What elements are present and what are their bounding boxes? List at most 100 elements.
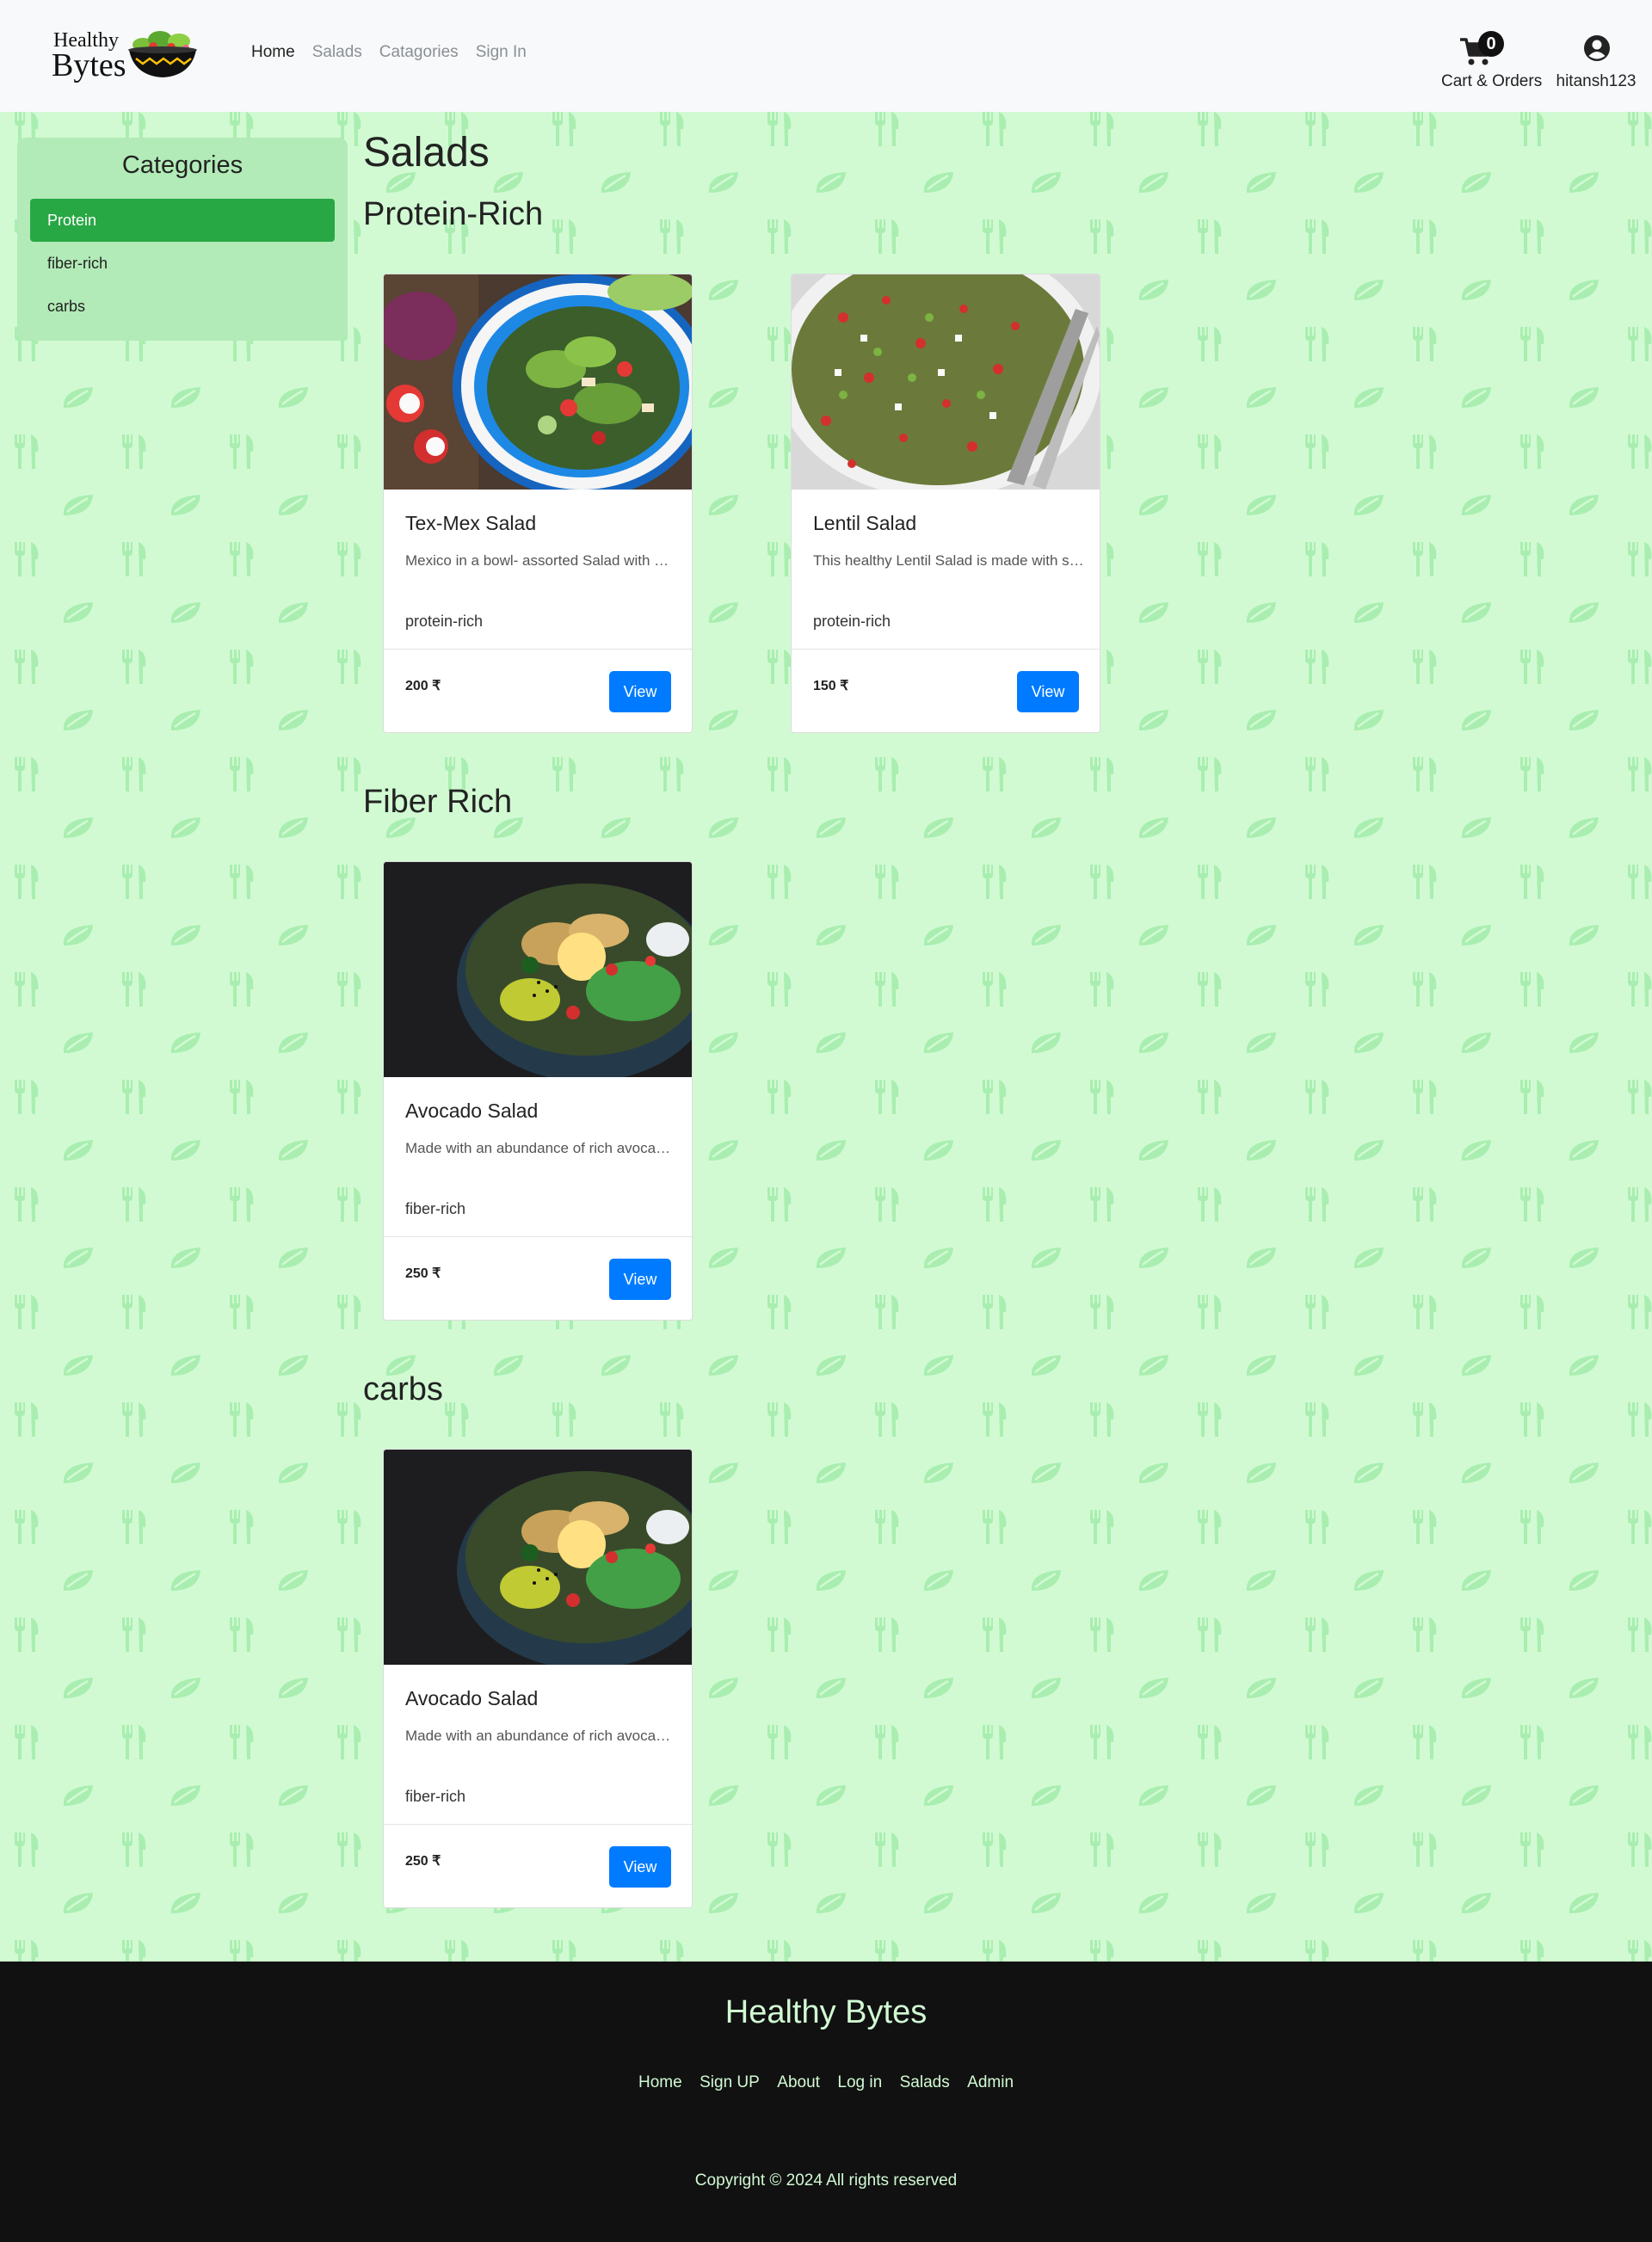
sidebar-item-fiber-rich[interactable]: fiber-rich xyxy=(30,242,335,285)
utensils-pattern-icon xyxy=(875,1080,899,1114)
utensils-pattern-icon xyxy=(15,650,39,684)
utensils-pattern-icon xyxy=(337,1510,361,1544)
card-category-tag: fiber-rich xyxy=(405,1788,466,1805)
utensils-pattern-icon xyxy=(1198,650,1222,684)
leaf-pattern-icon xyxy=(1138,1463,1168,1483)
footer-link-admin[interactable]: Admin xyxy=(967,2073,1014,2091)
utensils-pattern-icon xyxy=(1413,650,1437,684)
utensils-pattern-icon xyxy=(122,1832,146,1867)
utensils-pattern-icon xyxy=(122,1187,146,1222)
leaf-pattern-icon xyxy=(170,925,200,945)
leaf-pattern-icon xyxy=(1461,172,1491,193)
cart-orders-button[interactable]: 0 Cart & Orders xyxy=(1441,31,1542,96)
utensils-pattern-icon xyxy=(445,1940,469,1962)
leaf-pattern-icon xyxy=(170,1678,200,1698)
footer-link-sign-up[interactable]: Sign UP xyxy=(700,2073,760,2091)
utensils-pattern-icon xyxy=(230,1295,254,1329)
brand-logo[interactable]: Healthy Bytes xyxy=(52,24,202,84)
product-card: Tex-Mex Salad Mexico in a bowl- assorted… xyxy=(383,274,693,733)
leaf-pattern-icon xyxy=(1569,1355,1599,1376)
leaf-pattern-icon xyxy=(816,817,846,838)
view-button[interactable]: View xyxy=(609,1259,671,1300)
utensils-pattern-icon xyxy=(767,434,792,469)
utensils-pattern-icon xyxy=(337,757,361,791)
utensils-pattern-icon xyxy=(983,1725,1007,1759)
leaf-pattern-icon xyxy=(1246,1785,1276,1806)
footer-links: Home Sign UP About Log in Salads Admin xyxy=(0,2073,1652,2092)
utensils-pattern-icon xyxy=(122,757,146,791)
leaf-pattern-icon xyxy=(1353,1032,1384,1053)
leaf-pattern-icon xyxy=(278,1570,308,1591)
utensils-pattern-icon xyxy=(122,1617,146,1652)
utensils-pattern-icon xyxy=(230,1510,254,1544)
view-button[interactable]: View xyxy=(1017,671,1079,712)
leaf-pattern-icon xyxy=(816,1570,846,1591)
utensils-pattern-icon xyxy=(1413,219,1437,254)
leaf-pattern-icon xyxy=(1138,172,1168,193)
lentil-salad-photo[interactable] xyxy=(792,274,1100,490)
utensils-pattern-icon xyxy=(230,650,254,684)
utensils-pattern-icon xyxy=(230,1725,254,1759)
utensils-pattern-icon xyxy=(1520,1187,1544,1222)
utensils-pattern-icon xyxy=(15,1187,39,1222)
utensils-pattern-icon xyxy=(660,1940,684,1962)
utensils-pattern-icon xyxy=(875,757,899,791)
leaf-pattern-icon xyxy=(63,1140,93,1161)
avocado-salad-photo[interactable] xyxy=(384,862,692,1077)
utensils-pattern-icon xyxy=(1628,327,1652,361)
utensils-pattern-icon xyxy=(1198,865,1222,899)
leaf-pattern-icon xyxy=(601,1355,631,1376)
leaf-pattern-icon xyxy=(708,172,738,193)
utensils-pattern-icon xyxy=(230,1832,254,1867)
footer-link-log-in[interactable]: Log in xyxy=(837,2073,882,2091)
nav-link-salads[interactable]: Salads xyxy=(312,43,362,62)
utensils-pattern-icon xyxy=(1305,1080,1329,1114)
leaf-pattern-icon xyxy=(1353,1570,1384,1591)
utensils-pattern-icon xyxy=(1305,1510,1329,1544)
leaf-pattern-icon xyxy=(170,817,200,838)
utensils-pattern-icon xyxy=(1090,1510,1114,1544)
leaf-pattern-icon xyxy=(170,1355,200,1376)
leaf-pattern-icon xyxy=(1031,1678,1061,1698)
utensils-pattern-icon xyxy=(1413,972,1437,1007)
utensils-pattern-icon xyxy=(1413,1295,1437,1329)
footer-link-home[interactable]: Home xyxy=(638,2073,682,2091)
utensils-pattern-icon xyxy=(337,865,361,899)
utensils-pattern-icon xyxy=(767,112,792,146)
leaf-pattern-icon xyxy=(923,172,953,193)
footer-link-about[interactable]: About xyxy=(777,2073,820,2091)
view-button[interactable]: View xyxy=(609,671,671,712)
tex-mex-salad-photo[interactable] xyxy=(384,274,692,490)
utensils-pattern-icon xyxy=(1305,327,1329,361)
utensils-pattern-icon xyxy=(1413,542,1437,576)
nav-link-categories[interactable]: Catagories xyxy=(379,43,459,62)
utensils-pattern-icon xyxy=(983,1187,1007,1222)
utensils-pattern-icon xyxy=(1413,327,1437,361)
leaf-pattern-icon xyxy=(1353,925,1384,945)
card-description: Made with an abundance of rich avocado a… xyxy=(405,1140,676,1156)
leaf-pattern-icon xyxy=(1461,602,1491,623)
view-button[interactable]: View xyxy=(609,1846,671,1888)
leaf-pattern-icon xyxy=(278,387,308,408)
utensils-pattern-icon xyxy=(15,434,39,469)
utensils-pattern-icon xyxy=(1520,1402,1544,1437)
utensils-pattern-icon xyxy=(1413,434,1437,469)
footer-link-salads[interactable]: Salads xyxy=(900,2073,950,2091)
leaf-pattern-icon xyxy=(708,1678,738,1698)
sidebar-item-carbs[interactable]: carbs xyxy=(30,285,335,328)
leaf-pattern-icon xyxy=(1138,280,1168,300)
nav-link-sign-in[interactable]: Sign In xyxy=(476,43,527,62)
nav-link-home[interactable]: Home xyxy=(251,43,295,62)
leaf-pattern-icon xyxy=(1138,1678,1168,1698)
sidebar-item-protein[interactable]: Protein xyxy=(30,199,335,242)
leaf-pattern-icon xyxy=(708,925,738,945)
utensils-pattern-icon xyxy=(1198,972,1222,1007)
leaf-pattern-icon xyxy=(708,1893,738,1913)
utensils-pattern-icon xyxy=(1090,219,1114,254)
leaf-pattern-icon xyxy=(1569,602,1599,623)
utensils-pattern-icon xyxy=(1090,1940,1114,1962)
utensils-pattern-icon xyxy=(767,1510,792,1544)
avocado-salad-photo[interactable] xyxy=(384,1450,692,1665)
user-account-button[interactable]: hitansh123 xyxy=(1549,33,1643,93)
product-card: Avocado Salad Made with an abundance of … xyxy=(383,1449,693,1908)
